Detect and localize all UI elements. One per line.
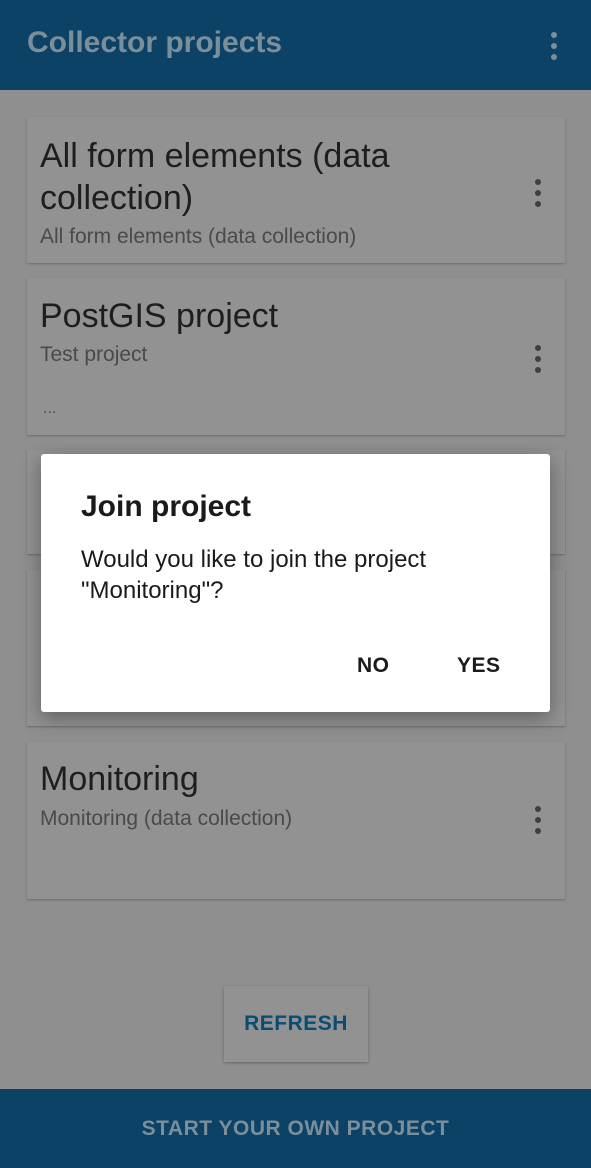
project-title: All form elements (data: [40, 137, 390, 175]
more-vert-icon[interactable]: [550, 32, 558, 65]
project-card-all-form-elements[interactable]: All form elements (data collection) All …: [27, 117, 565, 263]
project-title: PostGIS project: [40, 297, 279, 335]
project-card-monitoring[interactable]: Monitoring Monitoring (data collection): [27, 742, 565, 899]
project-title-line2: collection): [40, 179, 194, 217]
project-title: Monitoring: [40, 760, 199, 798]
project-subtitle: All form elements (data collection): [40, 225, 357, 248]
project-card-postgis[interactable]: PostGIS project Test project ...: [27, 278, 565, 435]
no-button[interactable]: NO: [357, 654, 390, 678]
project-subtitle: Monitoring (data collection): [40, 807, 293, 830]
refresh-button[interactable]: REFRESH: [224, 986, 368, 1062]
app-bar: Collector projects: [0, 0, 591, 90]
yes-button[interactable]: YES: [457, 654, 501, 678]
page-title: Collector projects: [27, 26, 283, 59]
more-vert-icon[interactable]: [534, 345, 542, 378]
more-vert-icon[interactable]: [534, 179, 542, 212]
project-extra: ...: [43, 400, 57, 417]
start-own-project-button[interactable]: START YOUR OWN PROJECT: [0, 1089, 591, 1168]
join-project-dialog: Join project Would you like to join the …: [41, 454, 550, 712]
dialog-title: Join project: [81, 490, 252, 523]
dialog-message: Would you like to join the project "Moni…: [81, 546, 427, 604]
more-vert-icon[interactable]: [534, 806, 542, 839]
project-subtitle: Test project: [40, 343, 148, 366]
